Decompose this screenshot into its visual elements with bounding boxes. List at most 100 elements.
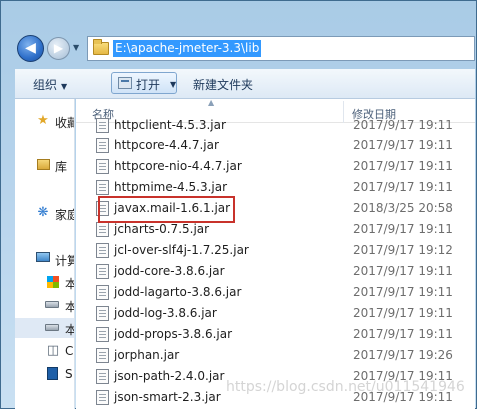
file-row[interactable]: httpmime-4.5.3.jar 2017/9/17 19:11	[76, 177, 475, 198]
navigation-pane: ★ 收藏 库 ❋ 家庭 计算 本 本 本 ◫ C	[15, 99, 75, 409]
file-row[interactable]: jodd-core-3.8.6.jar 2017/9/17 19:11	[76, 261, 475, 282]
file-date: 2017/9/17 19:11	[353, 159, 453, 173]
file-date: 2017/9/17 19:11	[353, 264, 453, 278]
sidebar-item-drive-5[interactable]: S	[15, 364, 74, 384]
file-name: httpclient-4.5.3.jar	[114, 118, 226, 132]
library-icon	[35, 157, 51, 173]
file-name: jodd-core-3.8.6.jar	[114, 264, 225, 278]
chevron-down-icon: ▼	[170, 80, 177, 89]
star-icon: ★	[37, 113, 49, 128]
open-label: 打开	[136, 78, 161, 92]
jar-file-icon	[96, 369, 109, 384]
file-name: jcharts-0.7.5.jar	[114, 222, 210, 236]
jar-file-icon	[96, 285, 109, 300]
jar-file-icon	[96, 390, 109, 405]
sidebar-item-computer[interactable]: 计算	[15, 249, 74, 269]
sidebar-item-homegroup[interactable]: ❋ 家庭	[15, 203, 74, 223]
sidebar-item-favorites[interactable]: ★ 收藏	[15, 111, 74, 131]
file-name: httpmime-4.5.3.jar	[114, 180, 228, 194]
highlight-annotation-box	[98, 196, 235, 223]
sidebar-item-label: 本	[65, 275, 74, 292]
jar-file-icon	[96, 348, 109, 363]
file-date: 2017/9/17 19:12	[353, 243, 453, 257]
homegroup-icon: ❋	[37, 205, 49, 220]
file-name: jodd-props-3.8.6.jar	[114, 327, 233, 341]
file-row[interactable]: jorphan.jar 2017/9/17 19:26	[76, 345, 475, 366]
folder-icon	[93, 39, 109, 55]
file-name: httpcore-4.4.7.jar	[114, 138, 219, 152]
file-name: jodd-lagarto-3.8.6.jar	[114, 285, 242, 299]
explorer-window: ◀ ▶ ▼ E:\apache-jmeter-3.3\lib 组织 ▼ 打开 ▼ …	[0, 0, 477, 409]
open-icon	[118, 77, 132, 89]
file-name: json-path-2.4.0.jar	[114, 369, 225, 383]
sidebar-item-drive-4[interactable]: ◫ C	[15, 341, 74, 361]
file-name: httpcore-nio-4.4.7.jar	[114, 159, 242, 173]
back-arrow-icon: ◀	[25, 40, 36, 56]
jar-file-icon	[96, 180, 109, 195]
file-row[interactable]: jcl-over-slf4j-1.7.25.jar 2017/9/17 19:1…	[76, 240, 475, 261]
network-drive-icon: ◫	[46, 343, 60, 358]
new-folder-button[interactable]: 新建文件夹	[193, 76, 253, 93]
sidebar-item-label: 收藏	[55, 116, 74, 130]
windows-drive-icon	[45, 274, 61, 290]
drive-icon	[45, 324, 59, 331]
file-name: json-smart-2.3.jar	[114, 390, 221, 404]
forward-button[interactable]: ▶	[47, 37, 70, 60]
sidebar-item-label: 本	[65, 321, 74, 338]
sidebar-item-label: C	[65, 344, 74, 358]
file-name: jcl-over-slf4j-1.7.25.jar	[114, 243, 249, 257]
file-date: 2017/9/17 19:11	[353, 285, 453, 299]
computer-icon	[35, 251, 51, 267]
jar-file-icon	[96, 159, 109, 174]
file-date: 2017/9/17 19:11	[353, 222, 453, 236]
jar-file-icon	[96, 138, 109, 153]
new-folder-label: 新建文件夹	[193, 78, 254, 92]
jar-file-icon	[96, 327, 109, 342]
open-button[interactable]: 打开 ▼	[111, 72, 177, 94]
sidebar-item-libraries[interactable]: 库	[15, 155, 74, 175]
jar-file-icon	[96, 243, 109, 258]
file-date: 2017/9/17 19:11	[353, 327, 453, 341]
file-name: jodd-log-3.8.6.jar	[114, 306, 217, 320]
watermark-text: https://blog.csdn.net/u011541946	[226, 379, 465, 395]
address-path-text[interactable]: E:\apache-jmeter-3.3\lib	[113, 40, 262, 57]
file-name: jorphan.jar	[114, 348, 180, 362]
file-date: 2017/9/17 19:26	[353, 348, 453, 362]
jar-file-icon	[96, 264, 109, 279]
sidebar-item-label: 家庭	[55, 208, 74, 222]
file-date: 2017/9/17 19:11	[353, 180, 453, 194]
sidebar-item-drive-3[interactable]: 本	[15, 318, 74, 338]
command-toolbar: 组织 ▼ 打开 ▼ 新建文件夹	[15, 69, 475, 99]
sidebar-item-drive-1[interactable]: 本	[15, 272, 74, 292]
jar-file-icon	[96, 306, 109, 321]
sidebar-item-label: 库	[55, 160, 68, 174]
file-date: 2017/9/17 19:11	[353, 118, 453, 132]
file-date: 2018/3/25 20:58	[353, 201, 453, 215]
drive-icon	[45, 301, 59, 308]
file-list: ▲ 名称 修改日期 httpclient-4.5.3.jar 2017/9/17…	[76, 99, 475, 409]
file-date: 2017/9/17 19:11	[353, 138, 453, 152]
file-row[interactable]: httpcore-nio-4.4.7.jar 2017/9/17 19:11	[76, 156, 475, 177]
forward-arrow-icon: ▶	[53, 41, 64, 55]
address-bar[interactable]: E:\apache-jmeter-3.3\lib	[87, 36, 475, 61]
jar-file-icon	[96, 222, 109, 237]
sort-ascending-icon: ▲	[208, 99, 215, 107]
file-row[interactable]: jodd-props-3.8.6.jar 2017/9/17 19:11	[76, 324, 475, 345]
sidebar-item-label: 计算	[55, 254, 74, 268]
file-row[interactable]: httpcore-4.4.7.jar 2017/9/17 19:11	[76, 135, 475, 156]
recent-pages-dropdown-icon[interactable]: ▼	[73, 43, 83, 53]
sidebar-item-label: S	[65, 367, 73, 381]
jar-file-icon	[96, 118, 109, 133]
navigation-bar: ◀ ▶ ▼ E:\apache-jmeter-3.3\lib	[13, 35, 475, 65]
chevron-down-icon: ▼	[61, 82, 68, 91]
organize-menu-button[interactable]: 组织 ▼	[33, 76, 67, 93]
organize-label: 组织	[33, 78, 58, 92]
file-row[interactable]: jodd-lagarto-3.8.6.jar 2017/9/17 19:11	[76, 282, 475, 303]
file-row[interactable]: httpclient-4.5.3.jar 2017/9/17 19:11	[76, 115, 475, 136]
file-row[interactable]: jodd-log-3.8.6.jar 2017/9/17 19:11	[76, 303, 475, 324]
file-date: 2017/9/17 19:11	[353, 306, 453, 320]
back-button[interactable]: ◀	[17, 35, 44, 62]
sidebar-item-label: 本	[65, 298, 74, 315]
sidebar-item-drive-2[interactable]: 本	[15, 295, 74, 315]
media-drive-icon	[45, 366, 61, 382]
